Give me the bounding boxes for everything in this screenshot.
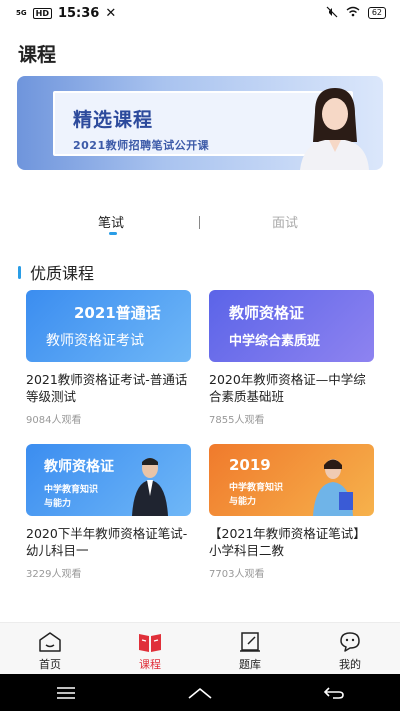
banner-person-image <box>300 88 369 170</box>
profile-icon <box>340 632 360 652</box>
course-views: 3229人观看 <box>26 569 82 580</box>
banner-title: 精选课程 <box>73 109 154 131</box>
course-views: 7855人观看 <box>209 415 265 426</box>
nav-courses-label: 课程 <box>139 658 161 671</box>
nav-question-bank[interactable]: 题库 <box>200 623 300 674</box>
section-title: 优质课程 <box>30 264 95 283</box>
home-button-icon[interactable] <box>187 686 213 700</box>
course-title: 2020年教师资格证—中学综合素质基础班 <box>209 372 366 404</box>
course-title: 2021教师资格证考试-普通话等级测试 <box>26 372 188 404</box>
exam-icon <box>240 632 260 652</box>
course-thumbnail: 2021普通话 教师资格证考试 <box>26 290 191 362</box>
course-thumbnail: 教师资格证 中学教育知识 与能力 <box>26 444 191 516</box>
system-nav-bar <box>0 674 400 711</box>
course-card[interactable]: 2019 中学教育知识 与能力 【2021年教师资格证笔试】小学科目二教 770… <box>209 444 374 580</box>
signal-indicator: 5G <box>16 8 27 17</box>
tab-written[interactable]: 笔试 <box>98 212 124 231</box>
thumbnail-subheading: 中学教育知识 <box>44 485 99 495</box>
section-accent-bar <box>18 265 21 279</box>
thumbnail-subheading: 中学综合素质班 <box>229 334 321 349</box>
hd-badge: HD <box>32 7 52 19</box>
mute-icon <box>326 6 338 21</box>
nav-question-bank-label: 题库 <box>239 658 261 671</box>
battery-indicator: 62 <box>367 7 386 19</box>
course-card[interactable]: 2021普通话 教师资格证考试 2021教师资格证考试-普通话等级测试 9084… <box>26 290 191 426</box>
menu-icon[interactable] <box>55 686 77 700</box>
nav-profile[interactable]: 我的 <box>300 623 400 674</box>
exam-type-tabs: 笔试 面试 <box>0 208 400 238</box>
book-icon <box>139 634 161 652</box>
section-header: 优质课程 <box>18 260 94 284</box>
thumbnail-heading: 2019 <box>229 456 271 474</box>
home-icon <box>39 632 61 652</box>
thumbnail-heading: 教师资格证 <box>44 459 114 475</box>
course-title: 【2021年教师资格证笔试】小学科目二教 <box>209 526 366 558</box>
promo-banner[interactable]: 精选课程 2021教师招聘笔试公开课 <box>17 76 383 170</box>
thumbnail-subheading: 中学教育知识 <box>229 483 284 493</box>
nav-courses[interactable]: 课程 <box>100 623 200 674</box>
status-time: 15:36 <box>57 5 100 21</box>
active-tab-indicator <box>109 232 117 235</box>
bottom-nav: 首页 课程 题库 我的 <box>0 622 400 674</box>
thumbnail-subheading-2: 与能力 <box>229 497 257 507</box>
nav-home-label: 首页 <box>39 658 61 671</box>
back-icon[interactable] <box>323 686 345 700</box>
tools-icon: ✕ <box>105 5 117 21</box>
nav-home[interactable]: 首页 <box>0 623 100 674</box>
teacher-image <box>132 458 168 516</box>
course-views: 9084人观看 <box>26 415 82 426</box>
teacher-image <box>313 459 353 516</box>
thumbnail-subheading: 教师资格证考试 <box>46 333 144 349</box>
thumbnail-heading: 教师资格证 <box>229 304 305 322</box>
thumbnail-subheading-2: 与能力 <box>44 499 72 509</box>
status-bar: 5G HD 15:36 ✕ 62 <box>0 0 400 26</box>
course-card[interactable]: 教师资格证 中学综合素质班 2020年教师资格证—中学综合素质基础班 7855人… <box>209 290 374 426</box>
banner-subtitle: 2021教师招聘笔试公开课 <box>73 139 210 152</box>
course-thumbnail: 2019 中学教育知识 与能力 <box>209 444 374 516</box>
tab-interview[interactable]: 面试 <box>272 212 298 231</box>
thumbnail-heading: 2021普通话 <box>74 304 161 322</box>
course-views: 7703人观看 <box>209 569 265 580</box>
course-title: 2020下半年教师资格证笔试-幼儿科目一 <box>26 526 188 558</box>
nav-profile-label: 我的 <box>339 658 361 671</box>
course-thumbnail: 教师资格证 中学综合素质班 <box>209 290 374 362</box>
wifi-icon <box>346 6 360 20</box>
course-card[interactable]: 教师资格证 中学教育知识 与能力 2020下半年教师资格证笔试-幼儿科目一 32… <box>26 444 191 580</box>
page-title: 课程 <box>18 44 57 66</box>
tab-divider <box>199 216 200 229</box>
